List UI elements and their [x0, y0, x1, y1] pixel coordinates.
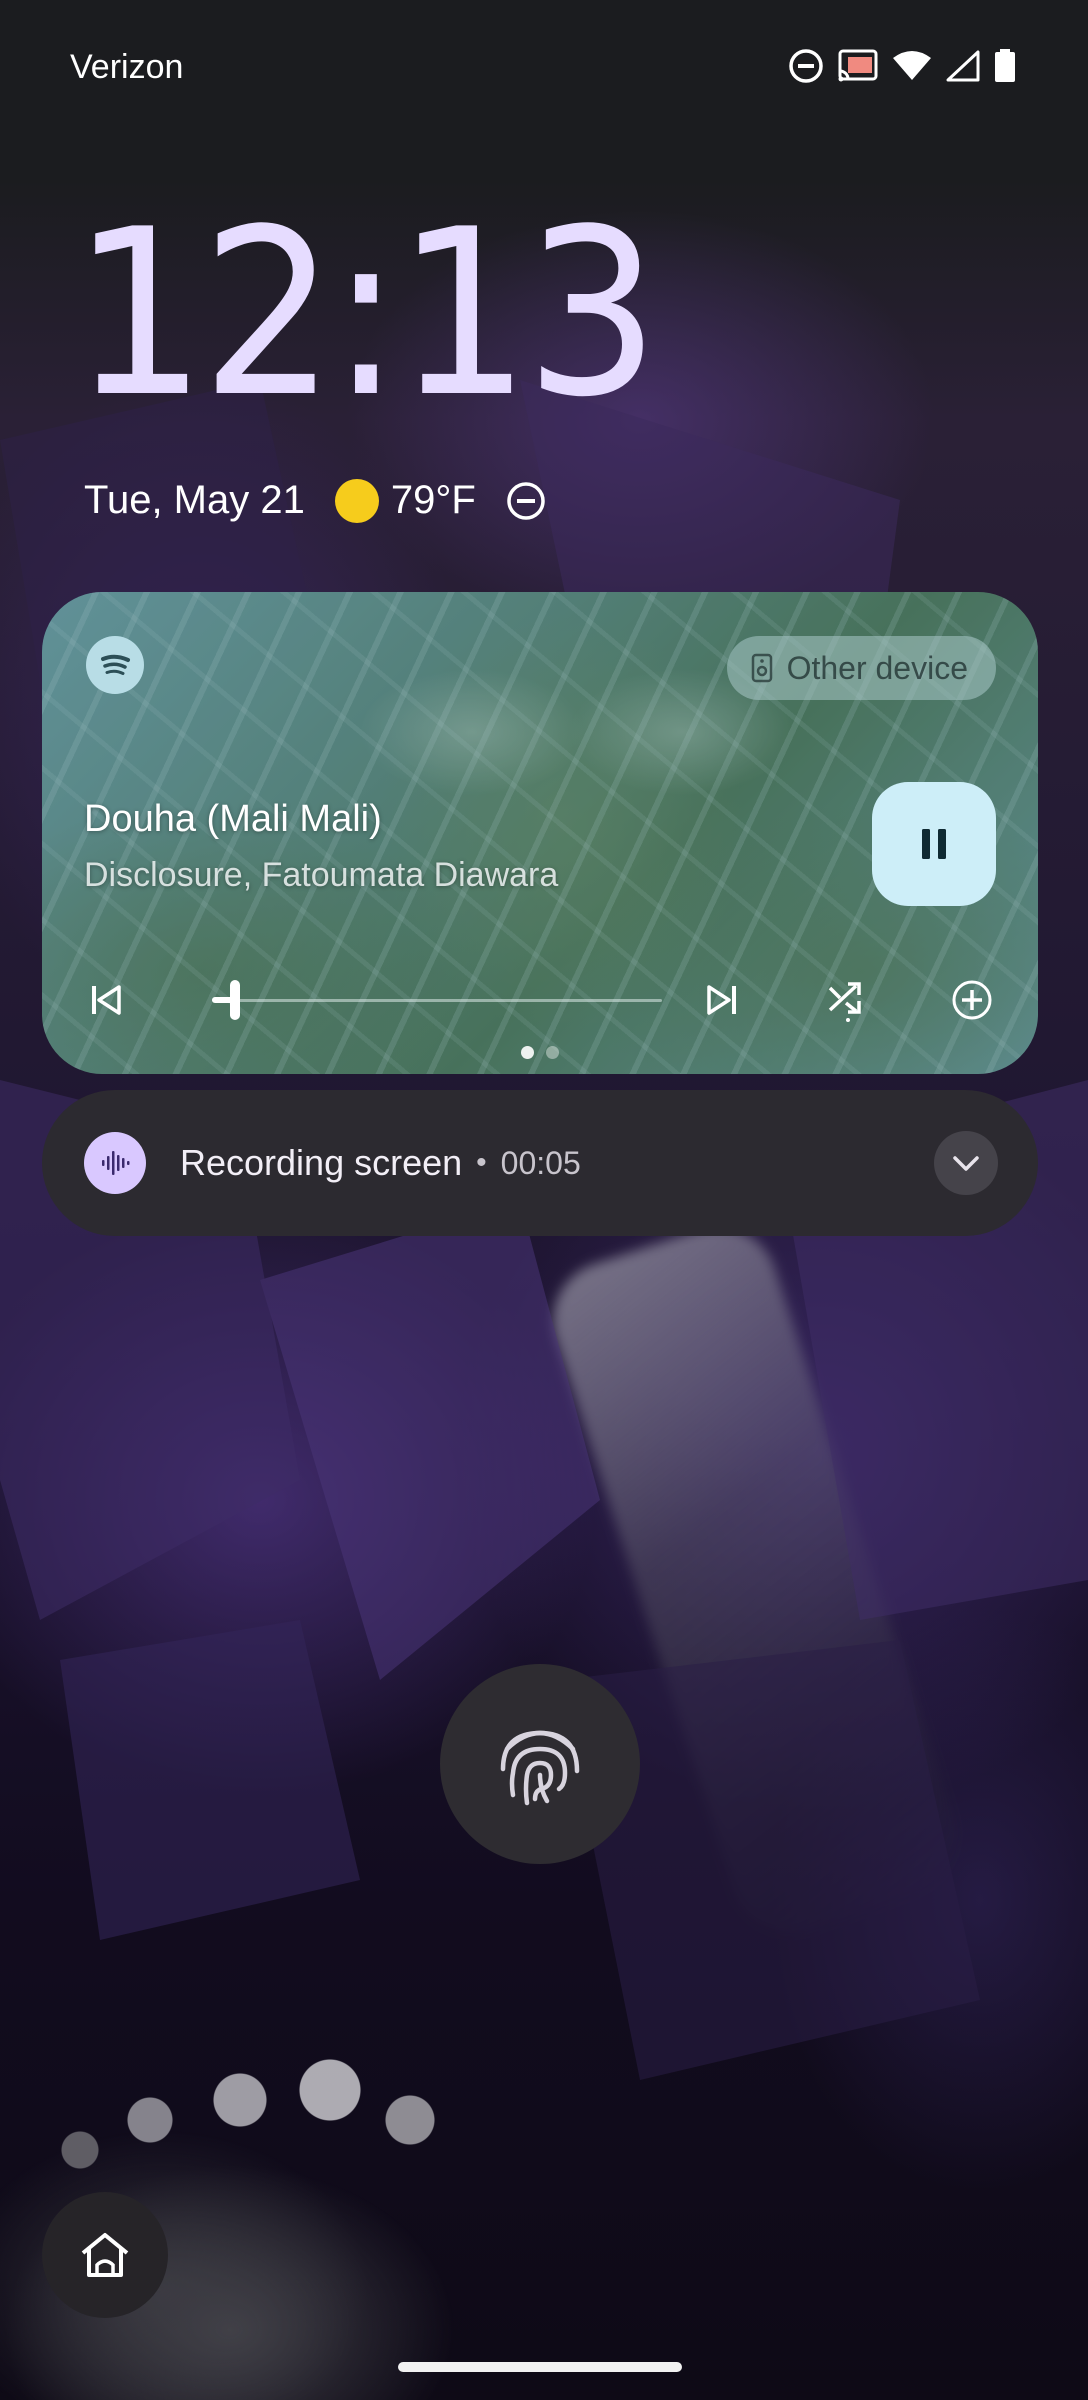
- media-controls: [42, 970, 1038, 1030]
- seek-track: [212, 999, 662, 1002]
- lock-screen: Verizon 12:13 Tue, May 21 79°F Other dev…: [0, 0, 1088, 2400]
- output-device-chip[interactable]: Other device: [726, 636, 996, 700]
- chevron-down-icon: [953, 1156, 979, 1171]
- next-icon: [707, 985, 736, 1015]
- song-title: Douha (Mali Mali): [84, 798, 382, 840]
- home-control-button[interactable]: [42, 2192, 168, 2318]
- signal-icon: [946, 50, 980, 82]
- date-weather-row[interactable]: Tue, May 21 79°F: [84, 478, 546, 523]
- output-device-label: Other device: [786, 649, 968, 686]
- speaker-icon: [751, 653, 772, 683]
- add-to-library-button[interactable]: [942, 970, 1002, 1030]
- recording-notification[interactable]: Recording screen • 00:05: [42, 1090, 1038, 1236]
- previous-button[interactable]: [76, 970, 136, 1030]
- fingerprint-unlock[interactable]: [440, 1664, 640, 1864]
- carrier-name: Verizon: [70, 48, 184, 86]
- media-player-card[interactable]: Other device Douha (Mali Mali) Disclosur…: [42, 592, 1038, 1074]
- sound-wave-icon: [84, 1132, 146, 1194]
- shuffle-icon: [828, 982, 861, 1022]
- expand-button[interactable]: [934, 1131, 998, 1195]
- gesture-nav-handle[interactable]: [398, 2362, 682, 2372]
- pause-icon: [922, 829, 946, 859]
- home-icon: [81, 2233, 129, 2277]
- add-icon: [952, 980, 992, 1020]
- status-bar: Verizon: [0, 0, 1088, 130]
- seek-bar[interactable]: [212, 970, 662, 1030]
- shuffle-button[interactable]: [818, 970, 878, 1030]
- notification-elapsed-time: 00:05: [500, 1144, 581, 1181]
- pause-button[interactable]: [872, 782, 996, 906]
- wifi-icon: [893, 51, 931, 80]
- fingerprint-icon: [500, 1730, 580, 1806]
- next-button[interactable]: [692, 970, 752, 1030]
- notification-separator: •: [476, 1146, 487, 1179]
- cast-icon: [838, 49, 878, 82]
- page-dot: [546, 1046, 559, 1059]
- previous-icon: [92, 985, 121, 1015]
- temperature-text: 79°F: [390, 478, 476, 522]
- dnd-icon: [507, 481, 545, 520]
- date-text: Tue, May 21: [84, 478, 305, 522]
- lock-clock: 12:13: [72, 181, 660, 448]
- battery-icon: [995, 49, 1015, 82]
- media-page-indicator: [42, 1046, 1038, 1059]
- page-dot: [521, 1046, 534, 1059]
- sun-icon: [334, 478, 379, 523]
- notification-title: Recording screen: [180, 1142, 463, 1183]
- seek-thumb[interactable]: [229, 980, 240, 1020]
- spotify-icon: [86, 636, 144, 694]
- song-artist: Disclosure, Fatoumata Diawara: [84, 856, 559, 894]
- dnd-icon: [789, 49, 823, 83]
- status-icons: [788, 48, 1016, 84]
